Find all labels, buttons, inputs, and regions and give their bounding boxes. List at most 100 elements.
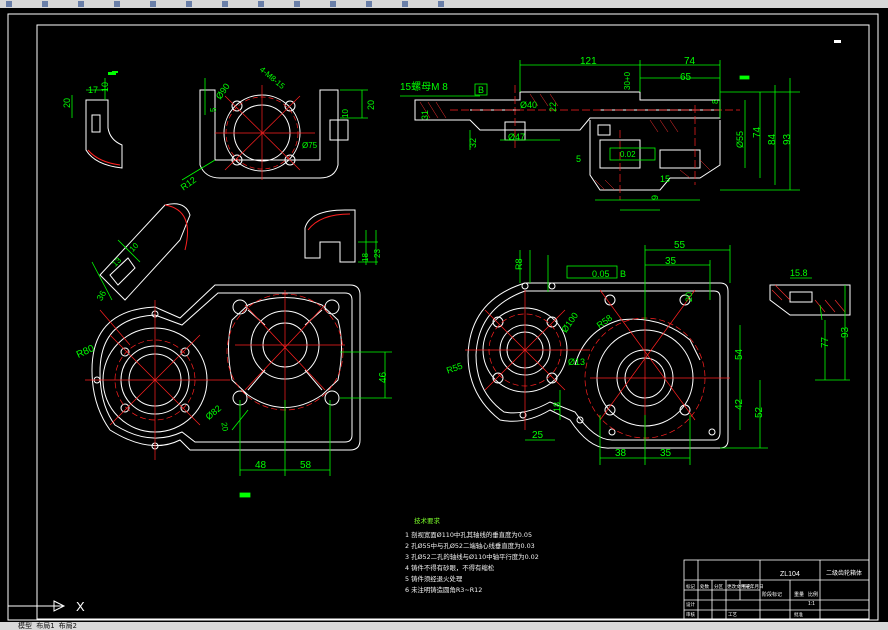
ucs-x-label: X xyxy=(76,599,85,614)
marker-top-right xyxy=(834,40,841,43)
tb-design: 设计 xyxy=(686,601,695,608)
undo-icon[interactable] xyxy=(114,1,120,7)
properties-icon[interactable] xyxy=(438,1,444,7)
dim-54: 54 xyxy=(734,348,745,360)
dim-20c: 20 xyxy=(219,422,230,433)
dim-15-8: 15.8 xyxy=(790,268,808,278)
layers-icon[interactable] xyxy=(402,1,408,7)
copy-icon[interactable] xyxy=(222,1,228,7)
dim-36: 36 xyxy=(95,289,109,303)
tb-process: 工艺 xyxy=(728,612,737,617)
dim-93b: 93 xyxy=(840,326,851,338)
note-item-6: 6 未注明铸造圆角R3~R12 xyxy=(405,586,483,594)
dim-thread: 15螺母M 8 xyxy=(400,81,448,93)
dim-52: 52 xyxy=(754,406,765,418)
dim-9: 9 xyxy=(650,195,660,200)
dim-r80: R80 xyxy=(75,343,97,361)
pan-icon[interactable] xyxy=(330,1,336,7)
dim-32: 32 xyxy=(468,138,478,148)
note-item-1: 1 剖视宽面Ø110中孔其轴线的垂直度为0.05 xyxy=(405,531,533,539)
tb-approve: 批准 xyxy=(794,611,803,618)
dims-view-1 xyxy=(71,71,118,118)
dim-93: 93 xyxy=(782,133,793,145)
paste-icon[interactable] xyxy=(258,1,264,7)
redo-icon[interactable] xyxy=(150,1,156,7)
dim-46: 46 xyxy=(378,371,389,383)
note-item-5: 5 铸件须经退火处理 xyxy=(405,575,463,583)
dim-23: 23 xyxy=(373,249,382,258)
dim-d65b: Ø55 xyxy=(735,131,745,148)
dim-d13b: Ø13 xyxy=(568,357,585,367)
dim-r12: R12 xyxy=(179,175,198,193)
dims-flange xyxy=(181,78,368,181)
dim-d100: Ø100 xyxy=(559,311,580,335)
tb-mark: 标记 xyxy=(686,583,695,590)
rib-section-view xyxy=(99,203,191,301)
note-item-2: 2 孔Ø55中与孔Ø52二端轴心线垂直度为0.03 xyxy=(405,542,535,550)
front-view-right xyxy=(467,282,729,449)
tb-part-name: 二级齿轮箱体 xyxy=(826,569,862,577)
dim-18: 18 xyxy=(361,253,370,262)
tb-zone: 分区 xyxy=(714,583,723,590)
toolbar xyxy=(0,0,888,8)
dim-d82: Ø82 xyxy=(204,403,223,422)
title-block xyxy=(683,559,870,620)
dim-r8: R8 xyxy=(514,258,524,270)
file-icon[interactable] xyxy=(6,1,12,7)
dim-48: 48 xyxy=(255,460,267,471)
dim-tol2: 0.05 xyxy=(592,269,610,279)
dims-front-right xyxy=(519,245,768,465)
tb-drawing-no: ZL104 xyxy=(780,571,800,578)
dim-r55: R55 xyxy=(445,361,464,376)
dim-datum-b2: B xyxy=(620,269,626,279)
dim-5b: 5 xyxy=(576,154,581,164)
dims-front-left xyxy=(231,351,392,498)
dim-d40: Ø40 xyxy=(520,100,537,110)
dim-121: 121 xyxy=(580,56,597,67)
tb-count: 处数 xyxy=(700,583,709,590)
cut-icon[interactable] xyxy=(186,1,192,7)
dim-58: 58 xyxy=(300,460,312,471)
dim-8: 8 xyxy=(711,99,720,104)
note-item-4: 4 铸件不得有砂眼，不得有缩松 xyxy=(405,564,495,572)
zoom-icon[interactable] xyxy=(366,1,372,7)
right-detail-hatch xyxy=(771,284,846,313)
tb-scale: 1:1 xyxy=(808,601,815,607)
flange-view xyxy=(199,89,349,179)
dim-42: 42 xyxy=(734,398,745,410)
layout-tabs[interactable]: 模型 布局1 布局2 xyxy=(18,622,77,630)
small-rib-section xyxy=(304,209,356,263)
dim-65: 65 xyxy=(680,72,692,83)
dim-d75: Ø75 xyxy=(302,141,318,150)
dim-38: 38 xyxy=(615,448,627,459)
tb-check: 审核 xyxy=(686,611,695,618)
dim-17: 17 xyxy=(88,85,98,95)
dim-d47: Ø47 xyxy=(508,132,525,142)
dim-31: 31 xyxy=(420,110,430,120)
status-bar[interactable]: 模型 布局1 布局2 xyxy=(0,622,888,630)
dim-5a: 5 xyxy=(209,107,218,112)
section-view-top-left xyxy=(85,99,123,169)
dim-35b: 35 xyxy=(660,448,672,459)
tb-date: 年月日 xyxy=(750,583,764,590)
dim-tol1: 0.02 xyxy=(620,150,636,159)
dim-13: 13 xyxy=(110,255,123,268)
front-left-centerlines xyxy=(85,290,345,460)
dim-20d: 20 xyxy=(684,292,694,302)
dim-r58: R58 xyxy=(595,313,614,331)
save-icon[interactable] xyxy=(78,1,84,7)
drawing-canvas[interactable]: 20 17 10 Ø90 4-M8-15 5 10 20 Ø75 R12 13 … xyxy=(0,8,888,622)
match-icon[interactable] xyxy=(294,1,300,7)
ucs-icon xyxy=(8,600,66,612)
notes-title: 技术要求 xyxy=(414,517,440,525)
dim-22: 22 xyxy=(548,102,558,112)
top-section-view xyxy=(414,91,721,191)
dim-d90: Ø90 xyxy=(214,81,232,101)
dim-30: 30+0 xyxy=(623,71,632,90)
dim-15b: 15 xyxy=(660,174,670,184)
technical-notes: 技术要求 1 剖视宽面Ø110中孔其轴线的垂直度为0.05 2 孔Ø55中与孔Ø… xyxy=(405,515,645,596)
open-icon[interactable] xyxy=(42,1,48,7)
dim-20b: 20 xyxy=(366,100,376,110)
dim-77: 77 xyxy=(820,336,831,348)
dim-84: 84 xyxy=(767,133,778,145)
